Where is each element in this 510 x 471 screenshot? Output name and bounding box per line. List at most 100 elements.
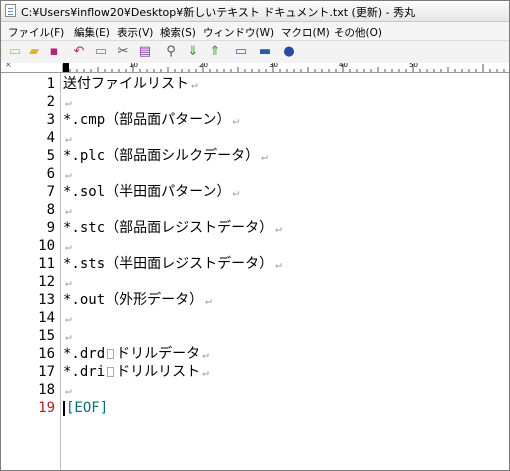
cut-icon[interactable]: ✂ (115, 44, 131, 60)
toolbar: ▭ ▰ ▪ ↶ ▭ ✂ ▤ ⚲ ⇓ ⇑ ▭ ▬ ● (1, 40, 509, 64)
line-text: *.cmp（部品面パターン） (63, 112, 231, 128)
ruler-label-40: 40 (339, 63, 348, 69)
line-number: 16 (38, 346, 55, 362)
text-area[interactable]: 1 2 3 4 5 6 7 8 9 10 11 12 13 14 15 16 17 18 19 送付ファイルリスト ↵… (1, 73, 509, 470)
ruler-ticks (62, 64, 505, 72)
editor-window: C:¥Users¥inflow20¥Desktop¥新しいテキスト ドキュメント… (0, 0, 510, 471)
newline-marker: ↵ (232, 114, 240, 127)
eof-marker: [EOF] (66, 400, 109, 416)
text-line[interactable]: 送付ファイルリスト ↵ (63, 75, 198, 93)
text-caret (63, 400, 65, 416)
window-title: C:¥Users¥inflow20¥Desktop¥新しいテキスト ドキュメント… (21, 6, 416, 19)
find-prev-icon[interactable]: ⇑ (207, 44, 223, 60)
newline-marker: ↵ (65, 168, 72, 181)
line-number: 17 (38, 364, 55, 380)
text-line[interactable]: ↵ (63, 273, 72, 291)
line-number: 14 (38, 310, 55, 326)
line-number: 1 (46, 76, 55, 92)
text-line[interactable]: *.dri ドリルリスト ↵ (63, 363, 209, 381)
text-line[interactable]: ↵ (63, 309, 72, 327)
menu-file[interactable]: ファイル(F) (8, 25, 64, 40)
line-text: *.sol（半田面パターン） (63, 184, 231, 200)
line-number: 12 (38, 274, 55, 290)
newline-marker: ↵ (261, 150, 268, 163)
find-icon[interactable]: ⚲ (163, 44, 179, 60)
menu-search[interactable]: 検索(S) (160, 25, 196, 40)
newline-marker: ↵ (65, 330, 72, 343)
newline-marker: ↵ (202, 348, 209, 361)
line-number: 15 (38, 328, 55, 344)
line-number: 18 (38, 382, 55, 398)
ruler-label-10: 10 (129, 63, 138, 69)
newline-marker: ↵ (275, 258, 282, 271)
text-line[interactable]: *.plc（部品面シルクデータ） ↵ (63, 147, 268, 165)
menu-window[interactable]: ウィンドウ(W) (203, 25, 274, 40)
open-folder-icon[interactable]: ▰ (26, 44, 42, 60)
line-number: 6 (46, 166, 55, 182)
grep-icon[interactable]: ▭ (233, 44, 249, 60)
line-number: 7 (46, 184, 55, 200)
newline-marker: ↵ (65, 312, 72, 325)
new-file-icon[interactable]: ▭ (7, 44, 23, 60)
text-line[interactable]: *.cmp（部品面パターン） ↵ (63, 111, 239, 129)
line-number: 19 (38, 400, 55, 416)
newline-marker: ↵ (205, 294, 212, 307)
line-text: *.sts（半田面レジストデータ） (63, 256, 274, 272)
text-line[interactable]: *.drd ドリルデータ ↵ (63, 345, 209, 363)
find-next-icon[interactable]: ⇓ (185, 44, 201, 60)
undo-icon[interactable]: ↶ (71, 44, 87, 60)
text-line[interactable]: ↵ (63, 201, 72, 219)
ruler-label-50: 50 (409, 63, 418, 69)
line-text: *.plc（部品面シルクデータ） (63, 148, 260, 164)
line-number-gutter: 1 2 3 4 5 6 7 8 9 10 11 12 13 14 15 16 17 18 19 (1, 73, 61, 470)
menu-other[interactable]: その他(O) (334, 25, 382, 40)
text-line[interactable]: ↵ (63, 327, 72, 345)
line-number: 3 (46, 112, 55, 128)
text-line[interactable]: ↵ (63, 93, 72, 111)
gutter-divider (60, 73, 61, 470)
line-text: 送付ファイルリスト (63, 76, 189, 92)
text-line[interactable]: [EOF] (63, 399, 108, 417)
window-icon[interactable]: ▬ (257, 44, 273, 60)
newline-marker: ↵ (65, 96, 72, 109)
newline-marker: ↵ (202, 366, 209, 379)
ruler-label-20: 20 (199, 63, 208, 69)
fullwidth-space-marker (107, 367, 115, 377)
save-icon[interactable]: ▪ (46, 44, 62, 60)
line-number: 4 (46, 130, 55, 146)
line-number: 11 (38, 256, 55, 272)
text-line[interactable]: ↵ (63, 381, 72, 399)
menu-view[interactable]: 表示(V) (117, 25, 153, 40)
text-line[interactable]: ↵ (63, 165, 72, 183)
line-number: 13 (38, 292, 55, 308)
newline-marker: ↵ (191, 78, 198, 91)
newline-marker: ↵ (65, 204, 72, 217)
document-icon (5, 4, 16, 17)
line-text: *.drd (63, 346, 106, 362)
text-line[interactable]: *.sol（半田面パターン） ↵ (63, 183, 239, 201)
newline-marker: ↵ (65, 240, 72, 253)
copy-icon[interactable]: ▭ (93, 44, 109, 60)
line-number: 5 (46, 148, 55, 164)
help-icon[interactable]: ● (281, 44, 297, 60)
text-line[interactable]: *.sts（半田面レジストデータ） ↵ (63, 255, 282, 273)
newline-marker: ↵ (232, 186, 240, 199)
paste-icon[interactable]: ▤ (137, 44, 153, 60)
newline-marker: ↵ (65, 384, 72, 397)
line-number: 8 (46, 202, 55, 218)
line-number: 10 (38, 238, 55, 254)
text-line[interactable]: *.stc（部品面レジストデータ） ↵ (63, 219, 282, 237)
title-bar: C:¥Users¥inflow20¥Desktop¥新しいテキスト ドキュメント… (1, 1, 509, 22)
menu-macro[interactable]: マクロ(M) (281, 25, 330, 40)
ruler-label-30: 30 (269, 63, 278, 69)
line-text: ドリルデータ (116, 346, 201, 362)
line-text: *.stc（部品面レジストデータ） (63, 220, 274, 236)
line-text: ドリルリスト (116, 364, 201, 380)
text-line[interactable]: ↵ (63, 237, 72, 255)
text-line[interactable]: *.out（外形データ） ↵ (63, 291, 212, 309)
text-line[interactable]: ↵ (63, 129, 72, 147)
menu-edit[interactable]: 編集(E) (74, 25, 110, 40)
newline-marker: ↵ (65, 276, 72, 289)
line-text: *.dri (63, 364, 106, 380)
fullwidth-space-marker (107, 349, 115, 359)
